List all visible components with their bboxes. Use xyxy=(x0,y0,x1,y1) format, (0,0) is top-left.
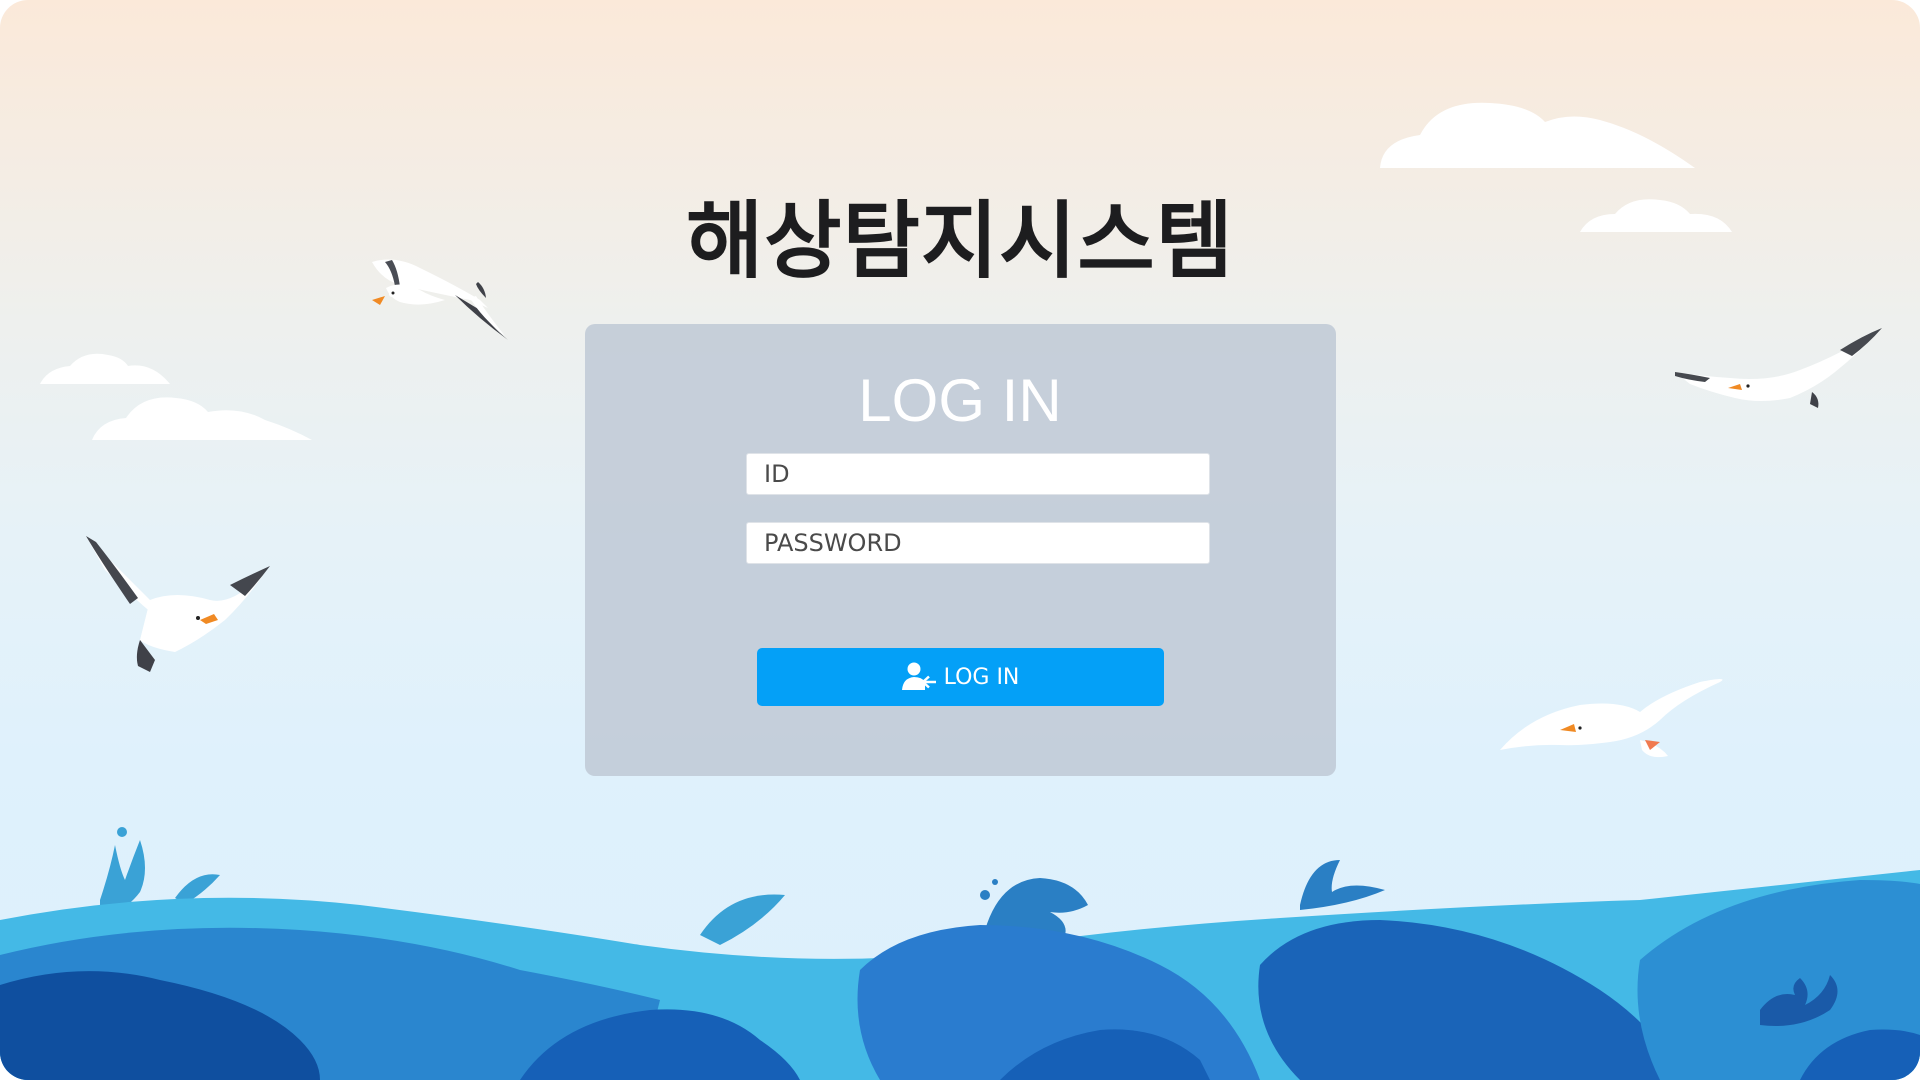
cloud-icon xyxy=(1380,102,1695,168)
seagull-icon xyxy=(86,536,270,672)
app-title: 해상탐지시스템 xyxy=(686,192,1234,290)
login-screen: 해상탐지시스템 LOG IN LOG IN xyxy=(0,0,1920,1080)
password-input[interactable] xyxy=(746,522,1210,564)
seagull-icon xyxy=(1500,679,1723,758)
login-button-label: LOG IN xyxy=(943,664,1020,690)
id-input[interactable] xyxy=(746,453,1210,495)
sea-waves xyxy=(0,870,1920,1080)
user-login-icon xyxy=(901,662,936,690)
login-heading: LOG IN xyxy=(858,367,1062,434)
login-button[interactable]: LOG IN xyxy=(757,648,1164,706)
